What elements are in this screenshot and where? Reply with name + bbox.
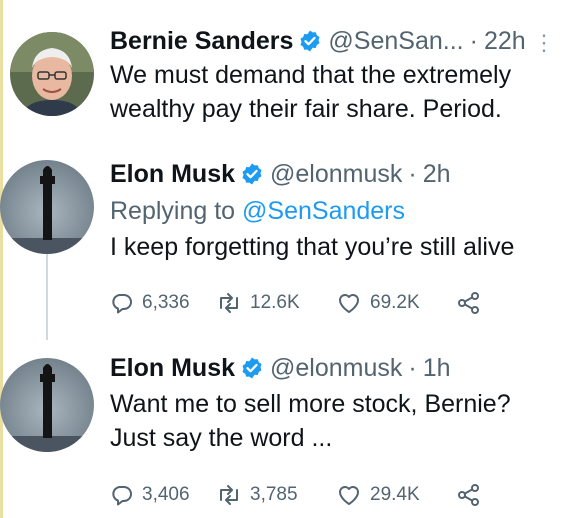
retweet-icon: [216, 483, 250, 507]
tweet-header: Bernie Sanders @SenSan... · 22h: [110, 26, 559, 56]
reply-icon: [110, 291, 142, 315]
separator-dot: ·: [408, 160, 417, 188]
author-name[interactable]: Elon Musk: [110, 353, 235, 383]
tweet-time[interactable]: 2h: [423, 159, 451, 189]
tweet-text-line: Want me to sell more stock, Bernie?: [110, 390, 511, 418]
replying-to: Replying to @SenSanders: [110, 194, 559, 228]
retweet-icon: [216, 291, 250, 315]
tweet-text-line: We must demand that the extremely: [110, 61, 512, 89]
thread-line: [46, 254, 48, 340]
more-options-icon[interactable]: ⋮: [533, 30, 555, 56]
avatar-bernie[interactable]: [10, 32, 94, 116]
avatar-elon[interactable]: [0, 160, 94, 254]
avatar-elon[interactable]: [0, 358, 94, 452]
author-handle[interactable]: @SenSan...: [328, 26, 463, 56]
like-count: 29.4K: [370, 484, 420, 505]
replying-to-mention-link[interactable]: @SenSanders: [242, 197, 405, 225]
reply-button[interactable]: 6,336: [110, 291, 216, 315]
tweet-text: Want me to sell more stock, Bernie? Just…: [110, 387, 559, 455]
separator-dot: ·: [469, 27, 478, 55]
author-name[interactable]: Bernie Sanders: [110, 26, 293, 56]
verified-badge-icon: [298, 29, 322, 53]
separator-dot: ·: [408, 354, 417, 382]
tweet-time[interactable]: 22h: [484, 26, 526, 56]
share-icon: [456, 482, 490, 508]
author-handle[interactable]: @elonmusk: [270, 353, 402, 383]
retweet-button[interactable]: 12.6K: [216, 291, 336, 315]
verified-badge-icon: [240, 356, 264, 380]
tweet-text: I keep forgetting that you’re still aliv…: [110, 230, 559, 264]
retweet-button[interactable]: 3,785: [216, 483, 336, 507]
author-name[interactable]: Elon Musk: [110, 159, 235, 189]
tweet-text-line: I keep forgetting that you’re still aliv…: [110, 233, 515, 261]
heart-icon: [336, 291, 370, 315]
heart-icon: [336, 483, 370, 507]
tweet-time[interactable]: 1h: [423, 353, 451, 383]
tweet-text: We must demand that the extremely wealth…: [110, 58, 559, 126]
share-icon: [456, 290, 490, 316]
tweet-bernie[interactable]: Bernie Sanders @SenSan... · 22h ⋮ We mus…: [0, 0, 577, 150]
verified-badge-icon: [240, 162, 264, 186]
tweet-elon-reply[interactable]: Elon Musk @elonmusk · 2h Replying to @Se…: [0, 150, 577, 340]
tweet-elon-followup[interactable]: Elon Musk @elonmusk · 1h Want me to sell…: [0, 340, 577, 518]
retweet-count: 12.6K: [250, 292, 300, 313]
reply-count: 6,336: [142, 292, 190, 313]
share-button[interactable]: [456, 482, 490, 508]
like-button[interactable]: 69.2K: [336, 291, 456, 315]
share-button[interactable]: [456, 290, 490, 316]
reply-button[interactable]: 3,406: [110, 483, 216, 507]
retweet-count: 3,785: [250, 484, 298, 505]
like-count: 69.2K: [370, 292, 420, 313]
tweet-header: Elon Musk @elonmusk · 1h: [110, 353, 559, 383]
tweet-header: Elon Musk @elonmusk · 2h: [110, 159, 559, 189]
tweet-actions: 6,336 12.6K 69.2K: [110, 290, 490, 316]
author-handle[interactable]: @elonmusk: [270, 159, 402, 189]
reply-count: 3,406: [142, 484, 190, 505]
tweet-text-line: wealthy pay their fair share. Period.: [110, 95, 502, 123]
like-button[interactable]: 29.4K: [336, 483, 456, 507]
tweet-text-line: Just say the word ...: [110, 424, 333, 452]
reply-icon: [110, 483, 142, 507]
tweet-actions: 3,406 3,785 29.4K: [110, 482, 490, 508]
replying-to-label: Replying to: [110, 197, 243, 225]
